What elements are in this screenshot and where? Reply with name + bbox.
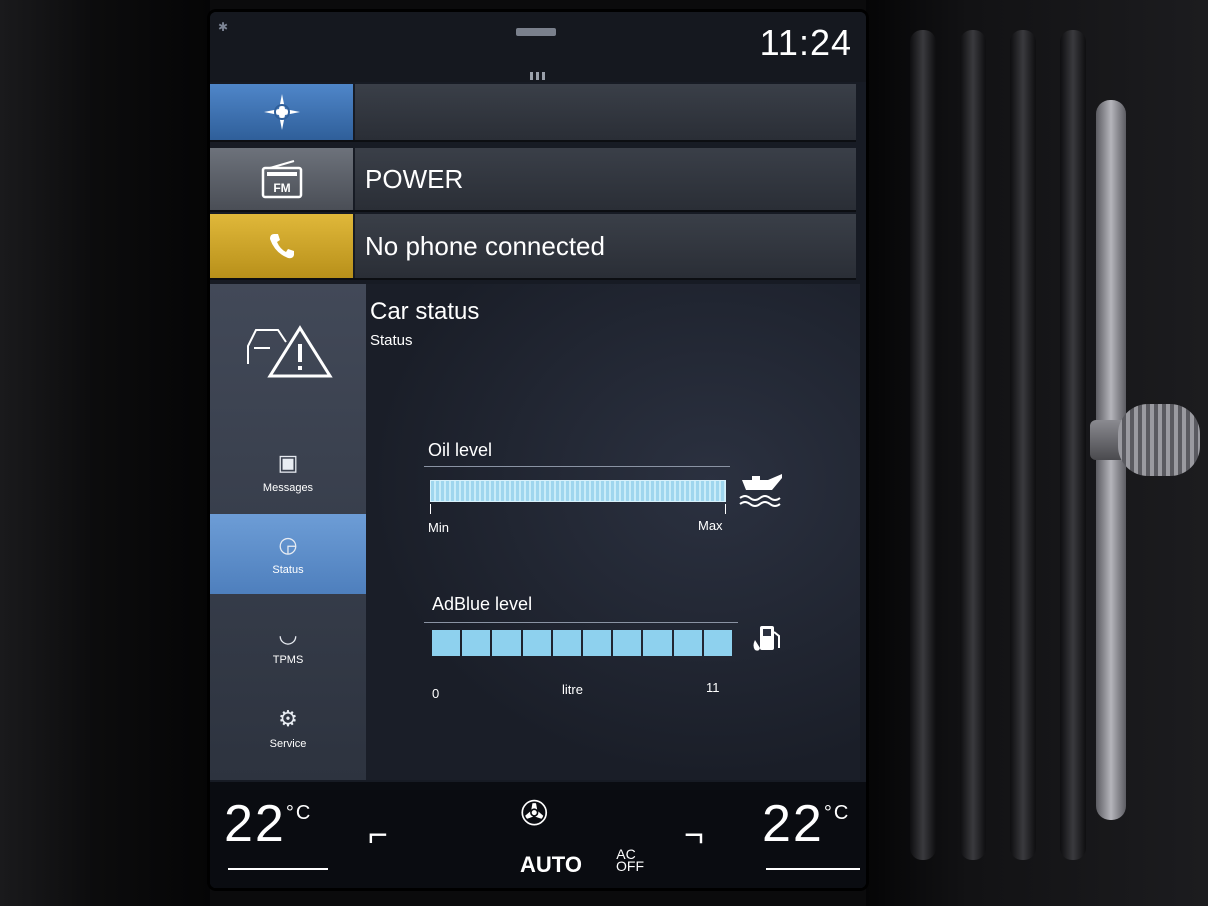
adblue-unit-label: litre [562, 682, 583, 697]
sidebar-item-tpms[interactable]: ◡ TPMS [210, 604, 366, 684]
adblue-max-label: 11 [706, 680, 720, 695]
adblue-segment [522, 630, 551, 656]
sidebar-item-label: Messages [262, 482, 314, 494]
page-title: Car status [370, 298, 480, 325]
right-temperature[interactable]: 22°C [762, 794, 850, 854]
oil-max-label: Max [698, 518, 723, 533]
tile-phone[interactable]: No phone connected [210, 214, 856, 280]
right-temperature-value: 22 [762, 795, 824, 853]
page-subtitle: Status [370, 332, 413, 349]
radio-tile-icon-zone[interactable]: FM [210, 148, 353, 210]
air-vent-knob [1118, 404, 1200, 476]
air-vent-slat [1060, 30, 1086, 860]
oil-min-label: Min [428, 520, 449, 535]
right-temperature-underline [766, 868, 860, 870]
dashboard-left-trim [0, 0, 210, 906]
oil-can-icon [739, 474, 782, 507]
adblue-segment [492, 630, 521, 656]
air-vent-slat [1010, 30, 1036, 860]
ac-off-label: OFF [616, 858, 644, 874]
navigation-tile-label[interactable] [355, 84, 856, 140]
navigation-tile-icon-zone[interactable] [210, 84, 353, 140]
left-temperature-unit: °C [285, 802, 313, 824]
left-seat-heater-icon[interactable]: ⌐ [368, 816, 388, 855]
adblue-level-divider [424, 622, 738, 623]
car-status-sidebar: ▣ Messages ◶ Status ◡ TPMS ⚙ Service [210, 284, 366, 780]
clock: 11:24 [759, 22, 852, 63]
tile-radio[interactable]: FM POWER [210, 148, 856, 212]
sidebar-item-status[interactable]: ◶ Status [210, 514, 366, 594]
adblue-segment [703, 630, 733, 656]
adblue-level-bar [432, 630, 733, 656]
sidebar-item-car-status[interactable] [210, 300, 366, 400]
oil-level-bar [430, 480, 726, 502]
right-seat-heater-icon[interactable]: ¬ [684, 816, 704, 855]
oil-max-tick [725, 504, 726, 514]
fuel-pump-icon [753, 626, 780, 651]
tire-pressure-icon: ◡ [278, 622, 298, 647]
adblue-segment [673, 630, 702, 656]
compass-icon [263, 94, 300, 130]
left-temperature-value: 22 [224, 795, 286, 853]
adblue-segment [613, 630, 642, 656]
oil-level-divider [424, 466, 730, 467]
pull-down-handle[interactable] [516, 28, 556, 36]
bluetooth-icon: ✱ [218, 20, 229, 34]
sidebar-item-label: TPMS [272, 654, 304, 666]
adblue-segment [552, 630, 582, 656]
car-status-content: Car status Status Oil level Min Max AdBl… [366, 284, 860, 780]
home-page-indicator [530, 72, 545, 80]
infotainment-screen: ✱ 11:24 FM POWER No phone connected ▣ Me… [210, 12, 866, 888]
oil-level-label: Oil level [428, 440, 493, 460]
radio-fm-icon: FM [261, 160, 302, 199]
car-warning-icon [247, 325, 333, 378]
car-status-app: ▣ Messages ◶ Status ◡ TPMS ⚙ Service Car… [210, 284, 860, 780]
phone-status-label[interactable]: No phone connected [355, 214, 856, 278]
air-vent-slat [910, 30, 936, 860]
adblue-level-label: AdBlue level [432, 594, 533, 614]
phone-icon [269, 234, 294, 259]
left-temperature-underline [228, 868, 328, 870]
sidebar-item-label: Service [269, 738, 307, 750]
sidebar-item-label: Status [272, 564, 304, 576]
adblue-segment [432, 630, 461, 656]
fan-icon[interactable]: ✇ [520, 794, 549, 834]
messages-icon: ▣ [277, 450, 299, 475]
adblue-segment [462, 630, 491, 656]
status-gauge-icon: ◶ [278, 532, 298, 557]
adblue-segment [643, 630, 672, 656]
adblue-min-label: 0 [432, 686, 440, 701]
phone-tile-icon-zone[interactable] [210, 214, 353, 278]
sidebar-item-service[interactable]: ⚙ Service [210, 688, 366, 768]
auto-climate-button[interactable]: AUTO [520, 852, 582, 878]
oil-min-tick [430, 504, 431, 514]
radio-station-label[interactable]: POWER [355, 148, 856, 210]
service-wrench-icon: ⚙ [278, 706, 298, 731]
status-bar: ✱ 11:24 [210, 12, 866, 82]
tile-navigation[interactable] [210, 84, 856, 142]
svg-text:FM: FM [273, 181, 290, 195]
ac-button[interactable]: AC OFF [616, 847, 644, 873]
adblue-segment [583, 630, 612, 656]
air-vent-slat [960, 30, 986, 860]
right-temperature-unit: °C [823, 802, 851, 824]
left-temperature[interactable]: 22°C [224, 794, 312, 854]
sidebar-item-messages[interactable]: ▣ Messages [210, 432, 366, 512]
climate-bar: 22°C ⌐ ✇ AUTO AC OFF ¬ 22°C [210, 782, 866, 888]
